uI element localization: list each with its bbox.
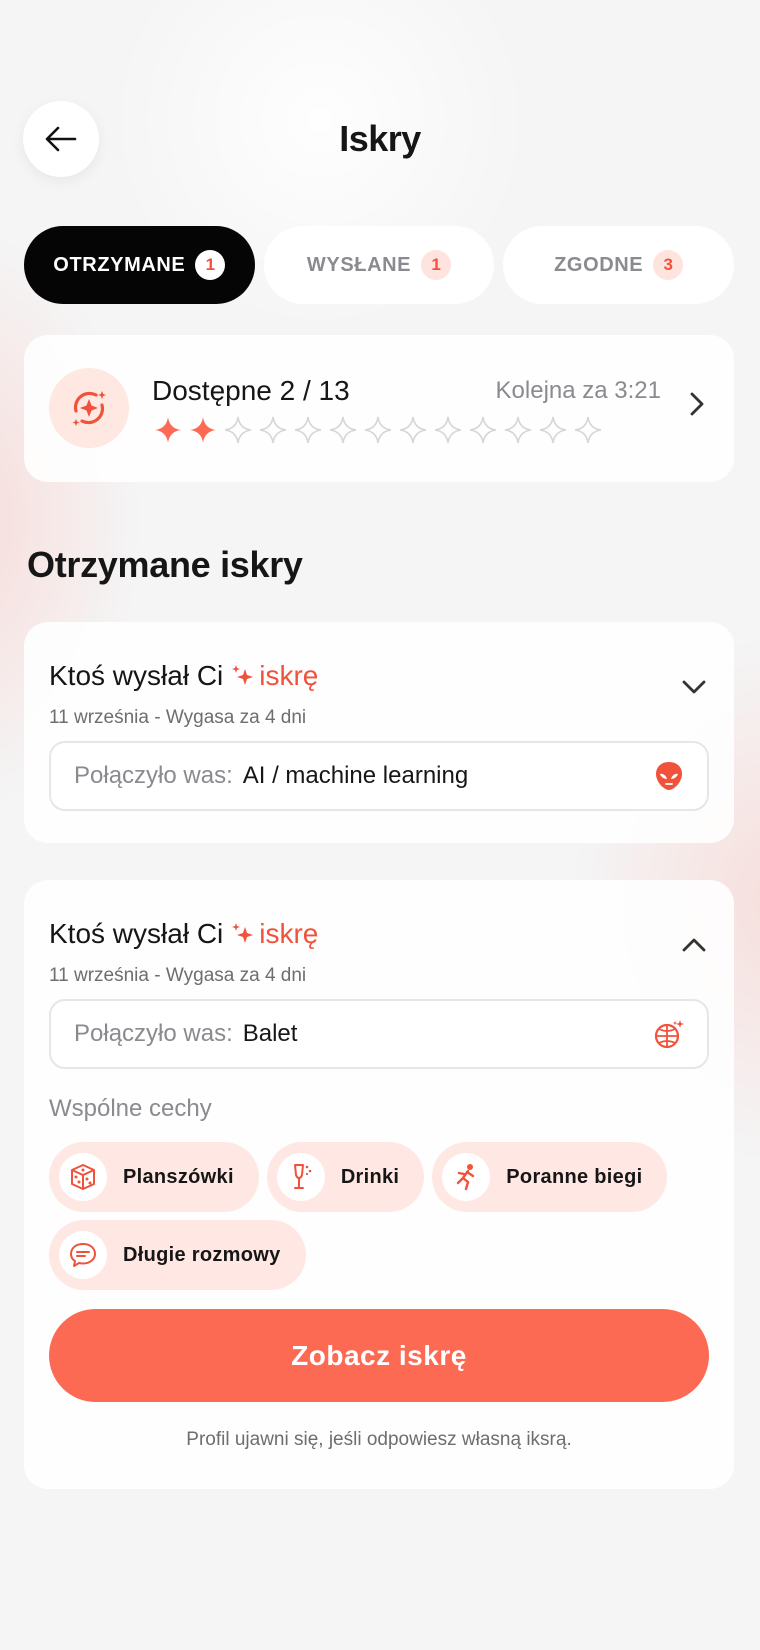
trait-chip: Długie rozmowy: [49, 1220, 306, 1290]
trait-label: Poranne biegi: [506, 1165, 643, 1188]
connection-topic: Połączyło was: Balet: [49, 999, 709, 1069]
shared-traits-list: Planszówki Drinki Poranne biegi Długie r…: [49, 1142, 689, 1290]
running-person-icon: [442, 1153, 491, 1201]
chevron-up-icon[interactable]: [681, 936, 707, 954]
chevron-down-icon[interactable]: [681, 678, 707, 696]
spark-word-text: iskrę: [259, 918, 319, 949]
star-empty-icon: [500, 413, 535, 447]
tab-count-badge: 3: [653, 250, 684, 280]
spark-card[interactable]: Ktoś wysłał Ci iskrę 11 września - Wygas…: [24, 880, 734, 1489]
connection-label: Połączyło was:: [74, 762, 233, 789]
spark-word-text: iskrę: [259, 660, 319, 691]
tab-label: OTRZYMANE: [53, 253, 186, 276]
tab-received[interactable]: OTRZYMANE 1: [24, 226, 255, 304]
shared-traits-title: Wspólne cechy: [49, 1095, 212, 1122]
spark-card[interactable]: Ktoś wysłał Ci iskrę 11 września - Wygas…: [24, 622, 734, 843]
star-filled-icon: [150, 413, 185, 447]
sparks-screen: Iskry OTRZYMANE 1 WYSŁANE 1 ZGODNE 3 Dos…: [0, 0, 760, 1650]
tab-label: WYSŁANE: [306, 253, 412, 276]
availability-card[interactable]: Dostępne 2 / 13 Kolejna za 3:21: [24, 335, 734, 482]
connection-label: Połączyło was:: [74, 1020, 233, 1047]
star-empty-icon: [255, 413, 290, 447]
sparkles-icon: [232, 665, 254, 685]
disco-ball-icon: [654, 1020, 684, 1049]
star-empty-icon: [535, 413, 570, 447]
availability-title: Dostępne 2 / 13: [152, 375, 350, 406]
trait-label: Długie rozmowy: [123, 1243, 281, 1266]
alien-icon: [656, 762, 682, 790]
reveal-hint: Profil ujawni się, jeśli odpowiesz własn…: [186, 1429, 572, 1450]
star-empty-icon: [325, 413, 360, 447]
chevron-right-icon: [690, 392, 704, 416]
spark-card-title: Ktoś wysłał Ci iskrę: [49, 918, 318, 950]
dice-icon: [59, 1153, 107, 1201]
chat-bubble-icon: [59, 1231, 107, 1279]
champagne-glass-icon: [276, 1153, 325, 1201]
spark-card-title: Ktoś wysłał Ci iskrę: [49, 660, 318, 692]
sparkles-icon: [232, 923, 254, 943]
next-spark-timer: Kolejna za 3:21: [495, 377, 661, 404]
spark-subtitle: 11 września - Wygasa za 4 dni: [49, 707, 307, 728]
tab-sent[interactable]: WYSŁANE 1: [263, 226, 495, 304]
trait-chip: Poranne biegi: [432, 1142, 668, 1212]
spark-title-prefix: Ktoś wysłał Ci: [49, 918, 224, 949]
star-empty-icon: [220, 413, 255, 447]
star-empty-icon: [570, 413, 605, 447]
section-title: Otrzymane iskry: [27, 544, 303, 585]
connection-value: AI / machine learning: [242, 762, 469, 789]
trait-chip: Drinki: [266, 1142, 425, 1212]
trait-chip: Planszówki: [49, 1142, 259, 1212]
star-filled-icon: [185, 413, 220, 447]
page-title: Iskry: [339, 118, 421, 159]
tab-count-badge: 1: [195, 250, 226, 280]
star-empty-icon: [290, 413, 325, 447]
spark-word: iskrę: [231, 660, 318, 692]
connection-topic: Połączyło was: AI / machine learning: [49, 741, 709, 811]
star-empty-icon: [360, 413, 395, 447]
spark-availability-meter: [150, 413, 605, 447]
tab-count-badge: 1: [421, 250, 452, 280]
spark-title-prefix: Ktoś wysłał Ci: [49, 660, 224, 691]
star-empty-icon: [430, 413, 465, 447]
star-empty-icon: [395, 413, 430, 447]
tab-matched[interactable]: ZGODNE 3: [503, 226, 735, 304]
tab-bar: OTRZYMANE 1 WYSŁANE 1 ZGODNE 3: [24, 226, 735, 304]
connection-value: Balet: [242, 1020, 298, 1047]
trait-label: Drinki: [340, 1165, 400, 1188]
trait-label: Planszówki: [123, 1165, 234, 1188]
star-empty-icon: [465, 413, 500, 447]
spark-subtitle: 11 września - Wygasa za 4 dni: [49, 965, 307, 986]
view-spark-button[interactable]: Zobacz iskrę: [49, 1309, 709, 1402]
sparkle-orbit-icon: [49, 368, 129, 448]
tab-label: ZGODNE: [554, 253, 644, 276]
spark-word: iskrę: [231, 918, 318, 950]
